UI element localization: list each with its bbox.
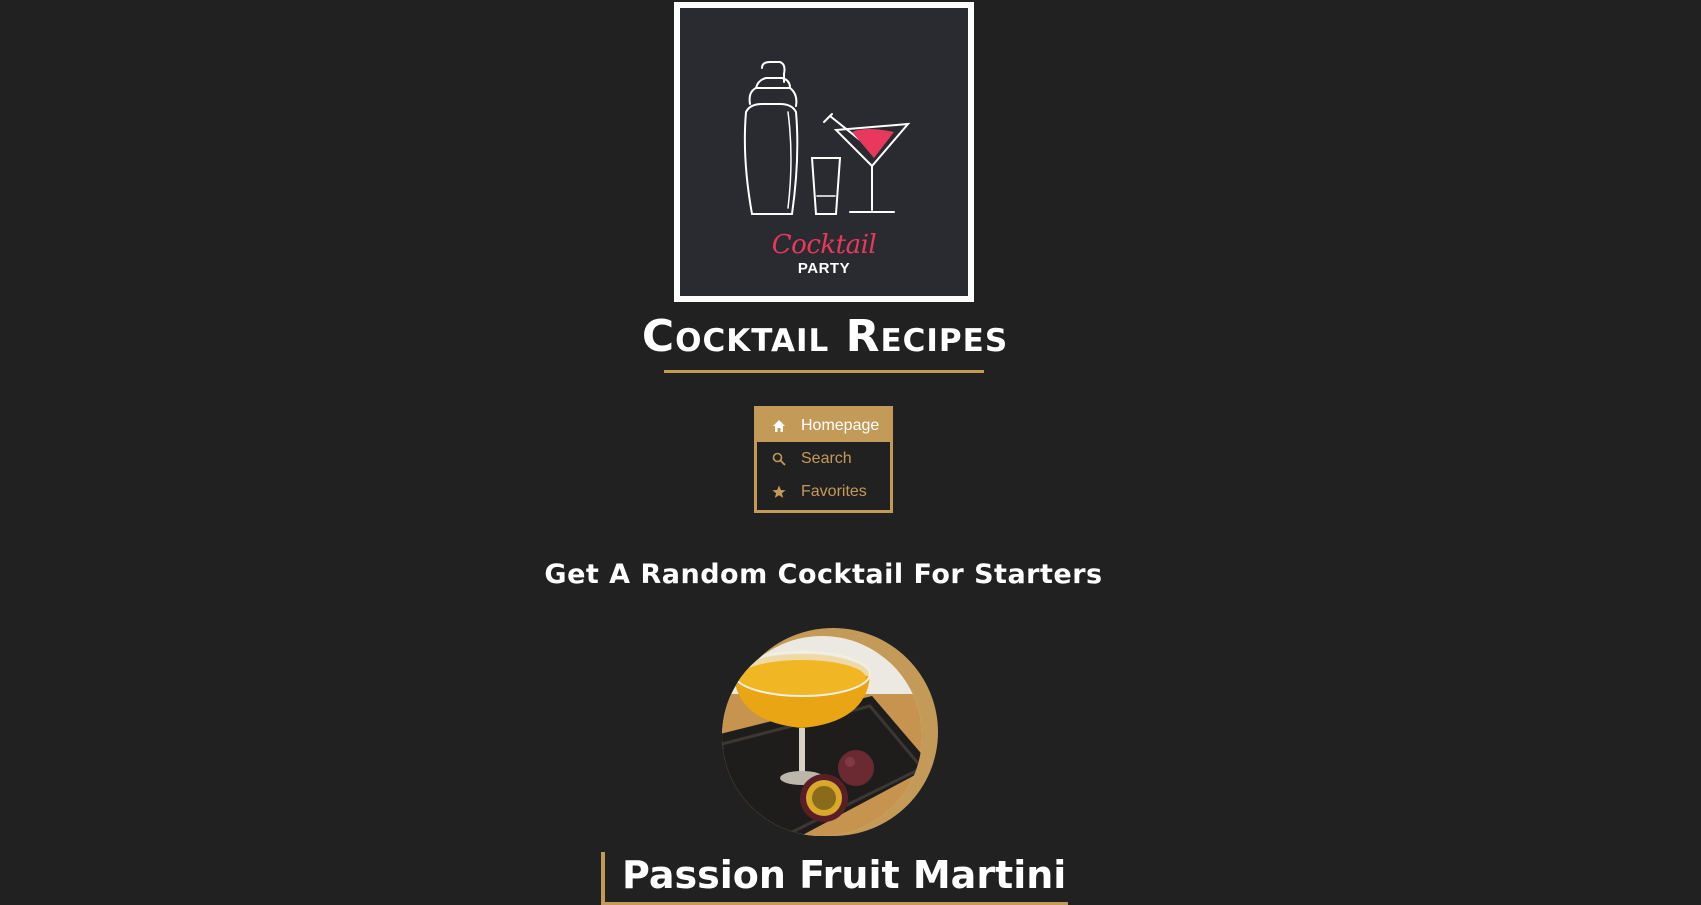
logo-brand-word: PARTY xyxy=(797,260,851,277)
nav-item-label: Homepage xyxy=(801,416,880,434)
nav-item-label: Search xyxy=(801,449,852,467)
page: Cocktail PARTY Cocktail Recipes Homepage… xyxy=(0,0,1701,905)
cocktail-photo-illustration xyxy=(722,636,922,836)
search-icon xyxy=(771,451,787,467)
star-icon xyxy=(771,484,787,500)
logo-brand-script: Cocktail xyxy=(771,230,877,260)
nav-item-favorites[interactable]: Favorites xyxy=(757,475,890,508)
cocktail-name[interactable]: Passion Fruit Martini xyxy=(622,852,1066,898)
cocktail-image[interactable] xyxy=(722,636,922,836)
page-title: Cocktail Recipes xyxy=(641,311,1009,362)
nav-item-homepage[interactable]: Homepage xyxy=(757,409,890,442)
title-underline xyxy=(664,370,984,373)
site-logo[interactable]: Cocktail PARTY xyxy=(674,2,974,302)
nav-item-label: Favorites xyxy=(801,482,867,500)
cocktail-name-frame: Passion Fruit Martini xyxy=(601,852,1069,905)
nav-item-search[interactable]: Search xyxy=(757,442,890,475)
main-nav: Homepage Search Favorites xyxy=(754,406,893,513)
home-icon xyxy=(771,418,787,434)
random-cocktail-heading: Get A Random Cocktail For Starters xyxy=(544,559,1103,590)
